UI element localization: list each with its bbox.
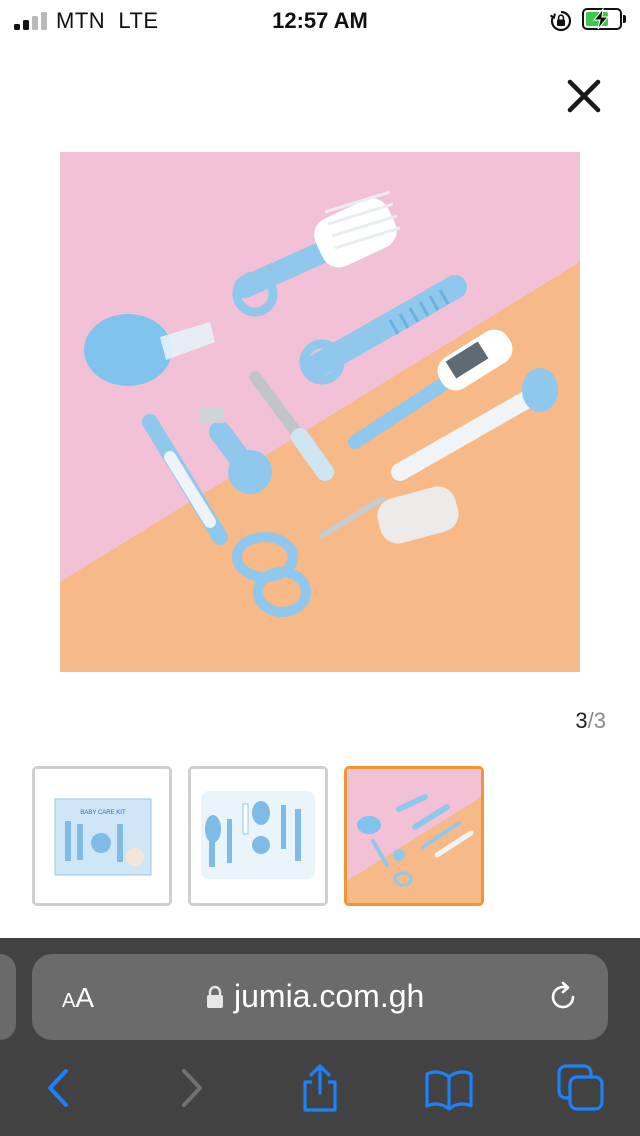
reload-icon[interactable] [546, 980, 580, 1014]
battery-charging-icon [582, 8, 626, 30]
lock-icon [207, 985, 223, 1008]
text-size-small-a: A [62, 990, 76, 1012]
status-bar: MTN LTE 12:57 AM [0, 0, 640, 40]
image-counter: 3/3 [520, 708, 606, 734]
thumbnail-1-image: BABY CARE KIT [54, 798, 152, 876]
box-label: BABY CARE KIT [80, 810, 126, 816]
image-gallery-screen: MTN LTE 12:57 AM 3/3 BABY CARE KIT AA ju… [0, 0, 640, 1136]
tabs-icon[interactable] [556, 1063, 606, 1113]
thumbnail-2-image [201, 791, 315, 879]
close-icon[interactable] [566, 78, 602, 114]
image-counter-current: 3 [575, 708, 588, 733]
share-icon[interactable] [295, 1063, 345, 1113]
text-size-button[interactable]: AA [62, 982, 94, 1014]
orientation-lock-icon [550, 10, 572, 32]
image-counter-total: /3 [587, 708, 606, 733]
thumbnail-3-image [347, 769, 481, 903]
url-display[interactable]: jumia.com.gh [206, 978, 424, 1015]
url-domain: jumia.com.gh [234, 978, 425, 1014]
bookmarks-icon[interactable] [424, 1063, 474, 1113]
forward-icon[interactable] [166, 1063, 216, 1113]
thumbnail-2[interactable] [188, 766, 328, 906]
product-image [60, 152, 580, 672]
address-bar[interactable]: AA jumia.com.gh [32, 954, 608, 1040]
status-time: 12:57 AM [272, 8, 368, 33]
text-size-large-a: A [75, 982, 95, 1013]
previous-tab-peek[interactable] [0, 954, 16, 1040]
thumbnail-1[interactable]: BABY CARE KIT [32, 766, 172, 906]
thumbnail-3[interactable] [344, 766, 484, 906]
back-icon[interactable] [34, 1063, 84, 1113]
